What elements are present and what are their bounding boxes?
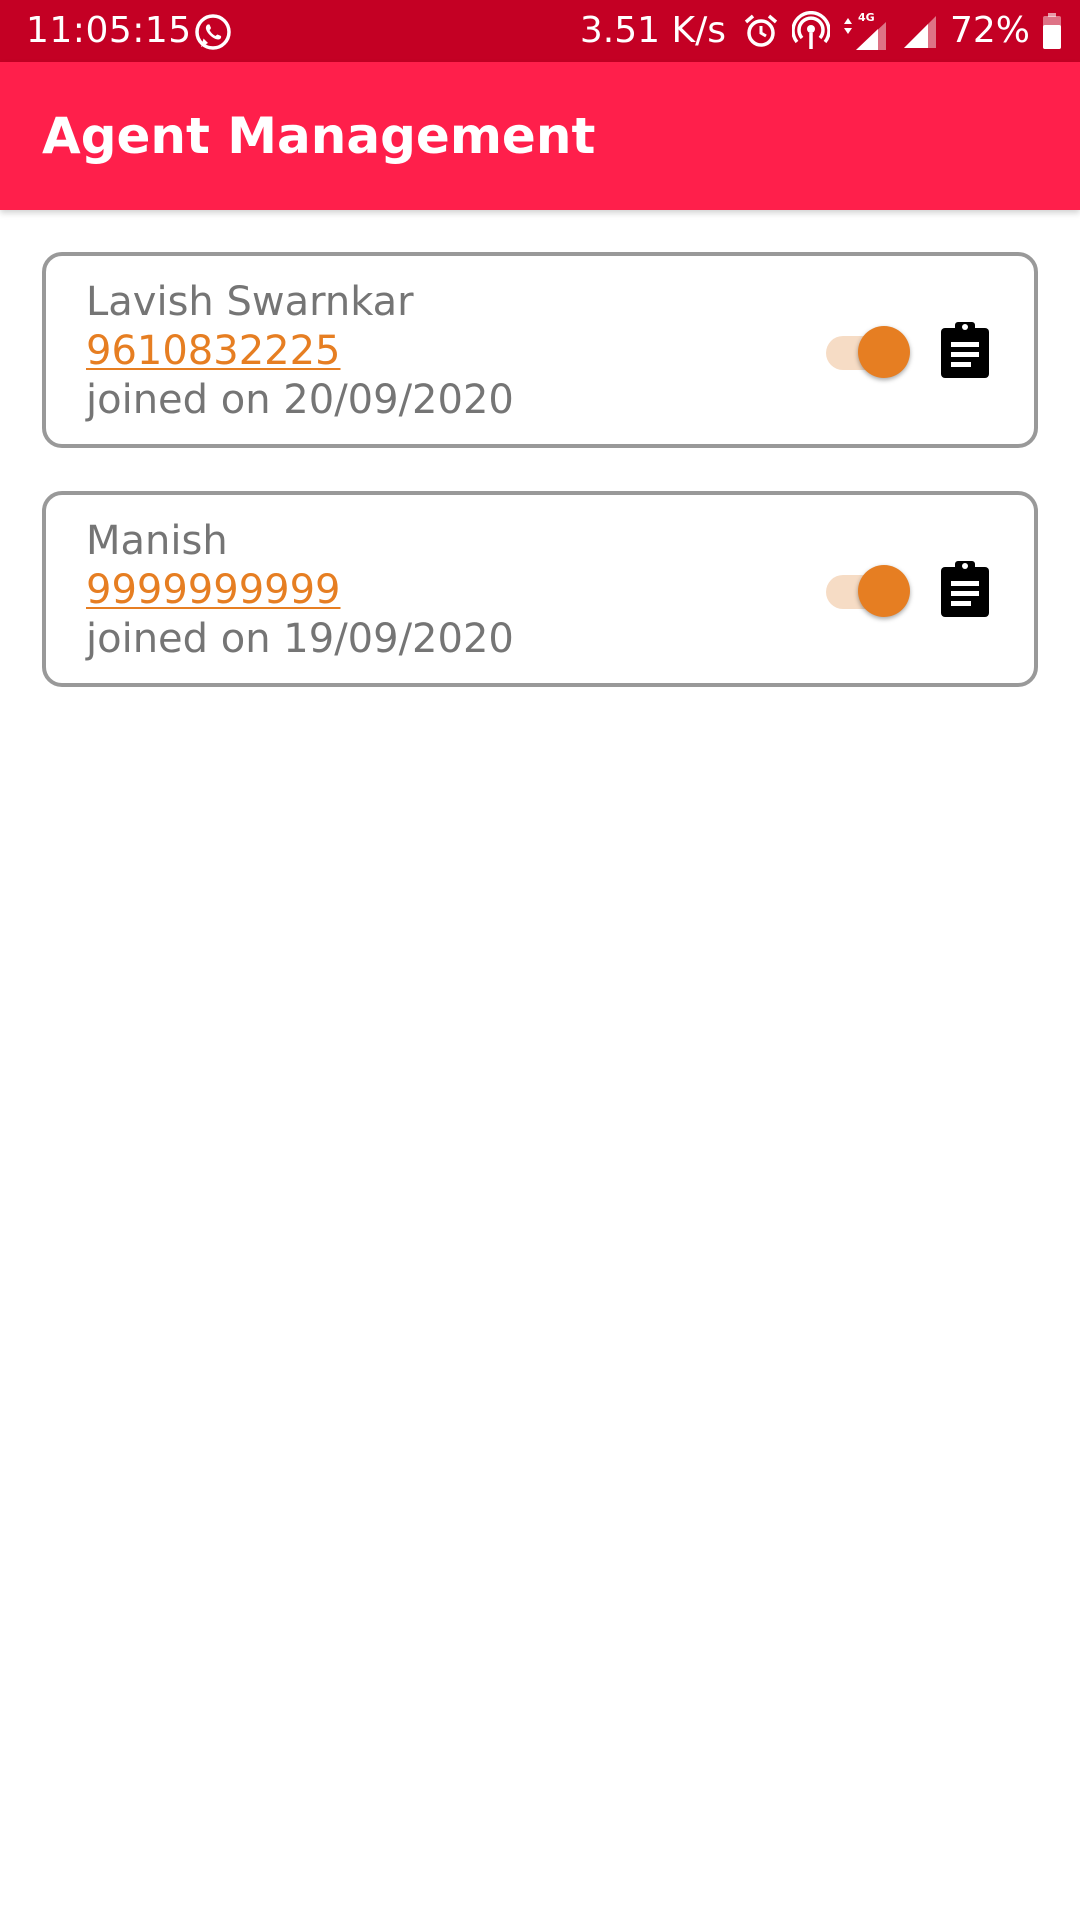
page-title: Agent Management [42,107,596,165]
agent-list: Lavish Swarnkar 9610832225 joined on 20/… [42,252,1038,730]
clipboard-icon[interactable] [939,320,991,378]
signal-icon [902,12,938,50]
agent-joined-date: joined on 19/09/2020 [86,616,514,662]
status-time: 11:05:15 [26,10,192,51]
whatsapp-icon [192,11,234,53]
agent-active-toggle[interactable] [822,565,912,617]
net-speed: 3.51 K/s [579,10,726,51]
clipboard-icon[interactable] [939,559,991,617]
battery-percent: 72% [949,10,1030,51]
agent-active-toggle[interactable] [822,326,912,378]
agent-info: Lavish Swarnkar 9610832225 joined on 20/… [86,278,514,425]
signal-4g-icon: 4G [842,10,890,52]
agent-info: Manish 9999999999 joined on 19/09/2020 [86,517,514,664]
agent-card[interactable]: Manish 9999999999 joined on 19/09/2020 [42,491,1038,687]
app-bar: Agent Management [0,62,1080,210]
agent-joined-date: joined on 20/09/2020 [86,377,514,423]
toggle-thumb [858,565,910,617]
toggle-thumb [858,326,910,378]
agent-card[interactable]: Lavish Swarnkar 9610832225 joined on 20/… [42,252,1038,448]
status-bar: 11:05:15 3.51 K/s 4G 72% [0,0,1080,62]
hotspot-icon [791,11,830,51]
network-type-label: 4G [858,11,875,24]
agent-phone-link[interactable]: 9999999999 [86,566,514,615]
agent-name: Manish [86,518,228,564]
agent-phone-link[interactable]: 9610832225 [86,327,514,376]
battery-icon [1042,13,1062,49]
agent-name: Lavish Swarnkar [86,279,414,325]
alarm-icon [742,12,780,50]
